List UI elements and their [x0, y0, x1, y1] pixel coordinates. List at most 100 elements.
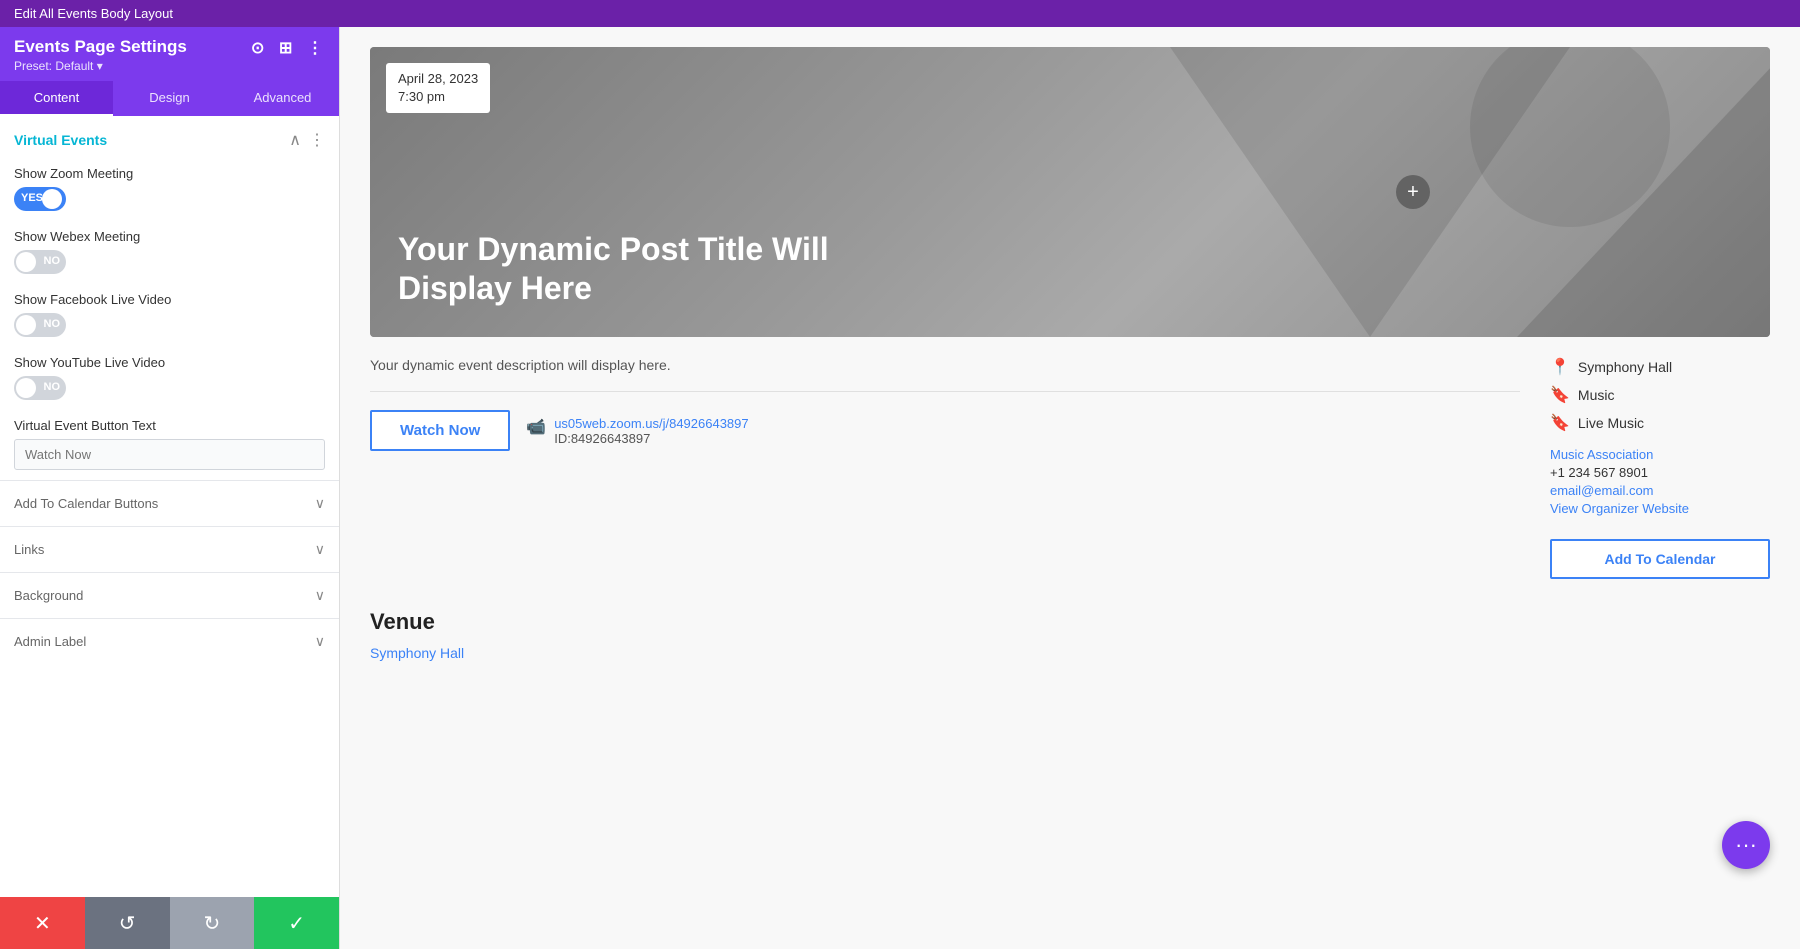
columns-icon[interactable]: ⊞	[279, 38, 297, 56]
top-bar: Edit All Events Body Layout	[0, 0, 1800, 27]
zoom-meeting-toggle-text: YES	[21, 192, 43, 204]
sidebar-preset[interactable]: Preset: Default ▾	[14, 59, 325, 73]
links-header[interactable]: Links ∨	[0, 527, 339, 572]
background-header[interactable]: Background ∨	[0, 573, 339, 618]
event-divider	[370, 391, 1520, 392]
focus-icon[interactable]: ⊙	[251, 38, 269, 56]
organizer-name-link[interactable]: Music Association	[1550, 447, 1770, 462]
venue-meta-item: 📍 Symphony Hall	[1550, 357, 1770, 377]
event-description: Your dynamic event description will disp…	[370, 357, 1520, 373]
banner-shape-corner	[1470, 47, 1770, 337]
add-to-calendar-label: Add To Calendar Buttons	[14, 496, 158, 511]
location-icon: 📍	[1550, 357, 1570, 377]
category-meta-item-0: 🔖 Music	[1550, 385, 1770, 405]
facebook-live-label: Show Facebook Live Video	[14, 292, 325, 307]
chevron-down-icon-1: ∨	[315, 541, 325, 558]
virtual-events-section-header: Virtual Events ∧ ⋮	[0, 116, 339, 158]
button-text-label: Virtual Event Button Text	[14, 418, 325, 433]
banner-plus-button[interactable]: +	[1396, 175, 1430, 209]
facebook-live-toggle[interactable]: NO	[14, 313, 66, 337]
main-content: April 28, 2023 7:30 pm + Your Dynamic Po…	[340, 27, 1800, 949]
facebook-live-row: Show Facebook Live Video NO	[0, 284, 339, 347]
zoom-meeting-row: Show Zoom Meeting YES	[0, 158, 339, 221]
webex-meeting-knob	[16, 252, 36, 272]
event-main: Your dynamic event description will disp…	[370, 357, 1520, 579]
banner-date-box: April 28, 2023 7:30 pm	[386, 63, 490, 113]
links-label: Links	[14, 542, 44, 557]
bookmark-icon-1: 🔖	[1550, 413, 1570, 433]
close-button[interactable]: ✕	[0, 897, 85, 949]
webex-meeting-label: Show Webex Meeting	[14, 229, 325, 244]
section-more-icon[interactable]: ⋮	[309, 130, 325, 150]
zoom-meeting-toggle[interactable]: YES	[14, 187, 66, 211]
event-body: Your dynamic event description will disp…	[370, 357, 1770, 579]
banner-date: April 28, 2023	[398, 70, 478, 88]
admin-label-label: Admin Label	[14, 634, 86, 649]
button-text-row: Virtual Event Button Text	[0, 410, 339, 480]
zoom-link[interactable]: us05web.zoom.us/j/84926643897	[554, 416, 748, 431]
webex-meeting-toggle-text: NO	[44, 255, 61, 267]
tab-design[interactable]: Design	[113, 81, 226, 116]
watch-row: Watch Now 📹 us05web.zoom.us/j/8492664389…	[370, 410, 1520, 451]
add-to-calendar-button[interactable]: Add To Calendar	[1550, 539, 1770, 579]
virtual-events-title: Virtual Events	[14, 132, 107, 148]
background-section: Background ∨	[0, 572, 339, 618]
zoom-meeting-toggle-container: YES	[14, 187, 325, 211]
close-icon: ✕	[34, 911, 51, 936]
sidebar-title-text: Events Page Settings	[14, 37, 187, 57]
banner-title: Your Dynamic Post Title Will Display Her…	[398, 230, 878, 307]
confirm-button[interactable]: ✓	[254, 897, 339, 949]
camera-icon: 📹	[526, 417, 546, 437]
check-icon: ✓	[288, 911, 305, 936]
sidebar-header: Events Page Settings ⊙ ⊞ ⋮ Preset: Defau…	[0, 27, 339, 81]
youtube-live-row: Show YouTube Live Video NO	[0, 347, 339, 410]
webex-meeting-toggle[interactable]: NO	[14, 250, 66, 274]
organizer-phone: +1 234 567 8901	[1550, 465, 1770, 480]
bookmark-icon-0: 🔖	[1550, 385, 1570, 405]
facebook-live-knob	[16, 315, 36, 335]
sidebar-title-row: Events Page Settings ⊙ ⊞ ⋮	[14, 37, 325, 57]
sidebar-tabs: Content Design Advanced	[0, 81, 339, 116]
admin-label-header[interactable]: Admin Label ∨	[0, 619, 339, 664]
sidebar-content: Virtual Events ∧ ⋮ Show Zoom Meeting YES	[0, 116, 339, 897]
add-to-calendar-header[interactable]: Add To Calendar Buttons ∨	[0, 481, 339, 526]
undo-icon: ↺	[119, 911, 136, 936]
organizer-email[interactable]: email@email.com	[1550, 483, 1770, 498]
sidebar-title-icons: ⊙ ⊞ ⋮	[251, 38, 325, 56]
chevron-down-icon-3: ∨	[315, 633, 325, 650]
zoom-details: us05web.zoom.us/j/84926643897 ID:8492664…	[554, 416, 748, 446]
more-icon[interactable]: ⋮	[307, 38, 325, 56]
youtube-live-toggle-text: NO	[44, 381, 61, 393]
youtube-live-knob	[16, 378, 36, 398]
tab-advanced[interactable]: Advanced	[226, 81, 339, 116]
redo-button[interactable]: ↻	[170, 897, 255, 949]
category-label-0: Music	[1578, 387, 1615, 403]
admin-label-section: Admin Label ∨	[0, 618, 339, 664]
organizer-section: Music Association +1 234 567 8901 email@…	[1550, 447, 1770, 516]
chevron-down-icon-2: ∨	[315, 587, 325, 604]
facebook-live-toggle-text: NO	[44, 318, 61, 330]
facebook-live-toggle-container: NO	[14, 313, 325, 337]
watch-now-button[interactable]: Watch Now	[370, 410, 510, 451]
undo-button[interactable]: ↺	[85, 897, 170, 949]
view-organizer-website-link[interactable]: View Organizer Website	[1550, 501, 1770, 516]
zoom-info: 📹 us05web.zoom.us/j/84926643897 ID:84926…	[526, 416, 748, 446]
collapse-icon[interactable]: ∧	[289, 130, 301, 150]
venue-section-title: Venue	[370, 609, 1770, 635]
top-bar-title: Edit All Events Body Layout	[14, 6, 173, 21]
category-label-1: Live Music	[1578, 415, 1644, 431]
tab-content[interactable]: Content	[0, 81, 113, 116]
chevron-down-icon-0: ∨	[315, 495, 325, 512]
event-banner: April 28, 2023 7:30 pm + Your Dynamic Po…	[370, 47, 1770, 337]
fab-button[interactable]: ···	[1722, 821, 1770, 869]
zoom-meeting-label: Show Zoom Meeting	[14, 166, 325, 181]
sidebar: Events Page Settings ⊙ ⊞ ⋮ Preset: Defau…	[0, 27, 340, 949]
fab-icon: ···	[1735, 832, 1757, 858]
bottom-toolbar: ✕ ↺ ↻ ✓	[0, 897, 339, 949]
button-text-input[interactable]	[14, 439, 325, 470]
youtube-live-toggle[interactable]: NO	[14, 376, 66, 400]
venue-link[interactable]: Symphony Hall	[370, 645, 464, 661]
youtube-live-toggle-container: NO	[14, 376, 325, 400]
background-label: Background	[14, 588, 83, 603]
venue-section: Venue Symphony Hall	[370, 609, 1770, 663]
